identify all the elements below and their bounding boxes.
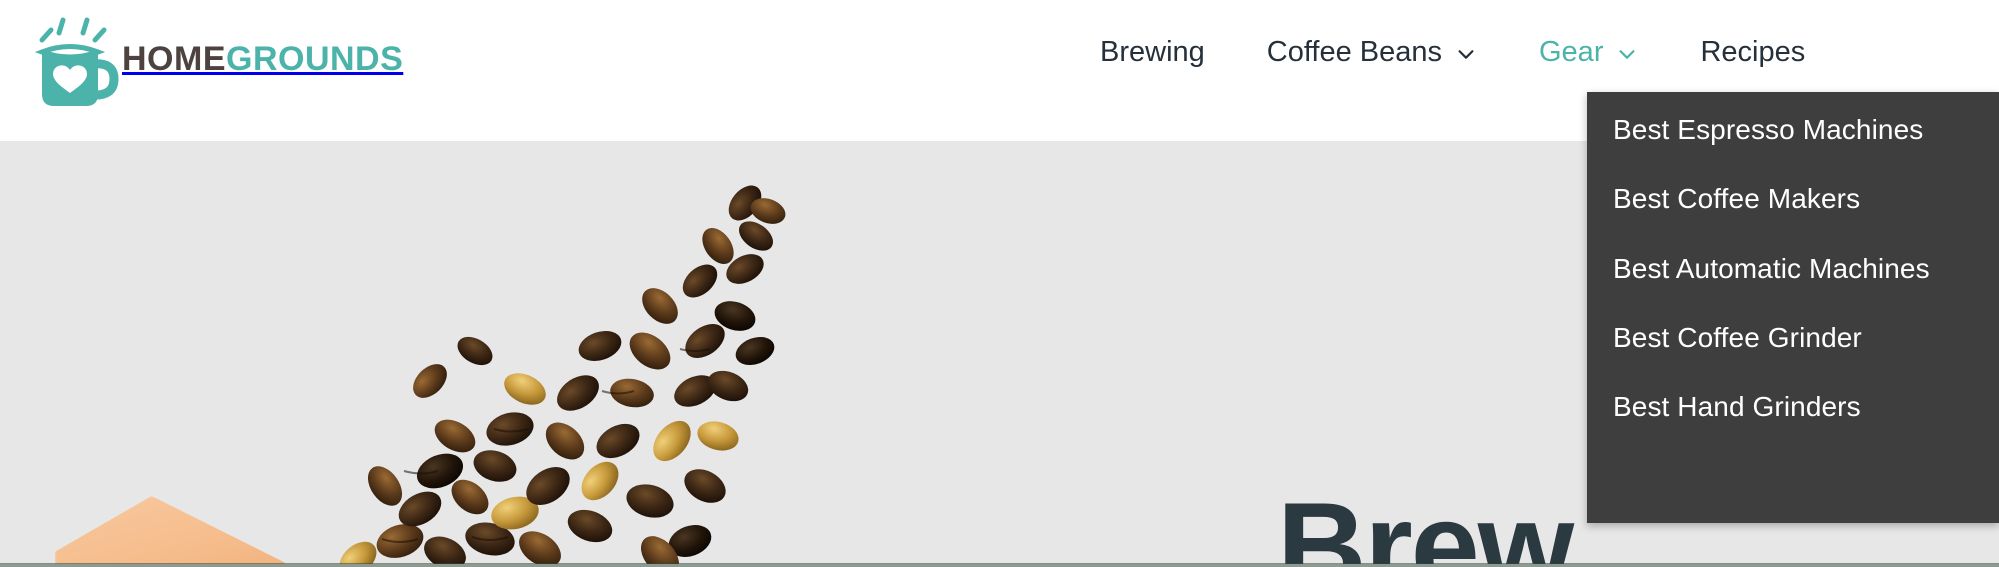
nav-item-recipes[interactable]: Recipes: [1700, 0, 1805, 104]
dropdown-item-best-coffee-makers[interactable]: Best Coffee Makers: [1587, 183, 1999, 214]
nav-item-brewing[interactable]: Brewing: [1100, 0, 1205, 104]
chevron-down-icon: [1616, 43, 1638, 65]
nav-label-gear: Gear: [1539, 35, 1604, 68]
primary-navigation: Brewing Coffee Beans Gear Recipes: [1100, 0, 1805, 104]
logo-word-home: HOME: [122, 40, 226, 78]
nav-label-recipes: Recipes: [1700, 35, 1806, 68]
site-logo[interactable]: HOMEGROUNDS: [18, 8, 403, 112]
nav-label-coffee-beans: Coffee Beans: [1266, 35, 1442, 68]
nav-item-coffee-beans[interactable]: Coffee Beans: [1267, 0, 1477, 104]
page-title: Brew: [1277, 478, 1574, 564]
logo-word-grounds: GROUNDS: [226, 40, 404, 78]
dropdown-item-best-coffee-grinder[interactable]: Best Coffee Grinder: [1587, 322, 1999, 353]
gear-dropdown-menu: Best Espresso Machines Best Coffee Maker…: [1587, 92, 1999, 523]
nav-label-brewing: Brewing: [1100, 35, 1205, 68]
nav-item-gear[interactable]: Gear: [1539, 0, 1638, 104]
dropdown-item-best-hand-grinders[interactable]: Best Hand Grinders: [1587, 391, 1999, 422]
dropdown-item-best-espresso-machines[interactable]: Best Espresso Machines: [1587, 114, 1999, 145]
hero-bottom-divider: [0, 563, 1999, 567]
chevron-down-icon: [1455, 43, 1477, 65]
logo-wordmark: HOMEGROUNDS: [122, 42, 403, 78]
coffee-beans-artwork: [0, 141, 1000, 564]
homegrounds-page: Brew HOMEGROUNDS Brewing Coffee Beans Ge…: [0, 0, 1999, 567]
coffee-mug-heart-icon: [18, 8, 128, 112]
dropdown-item-best-automatic-machines[interactable]: Best Automatic Machines: [1587, 253, 1999, 284]
